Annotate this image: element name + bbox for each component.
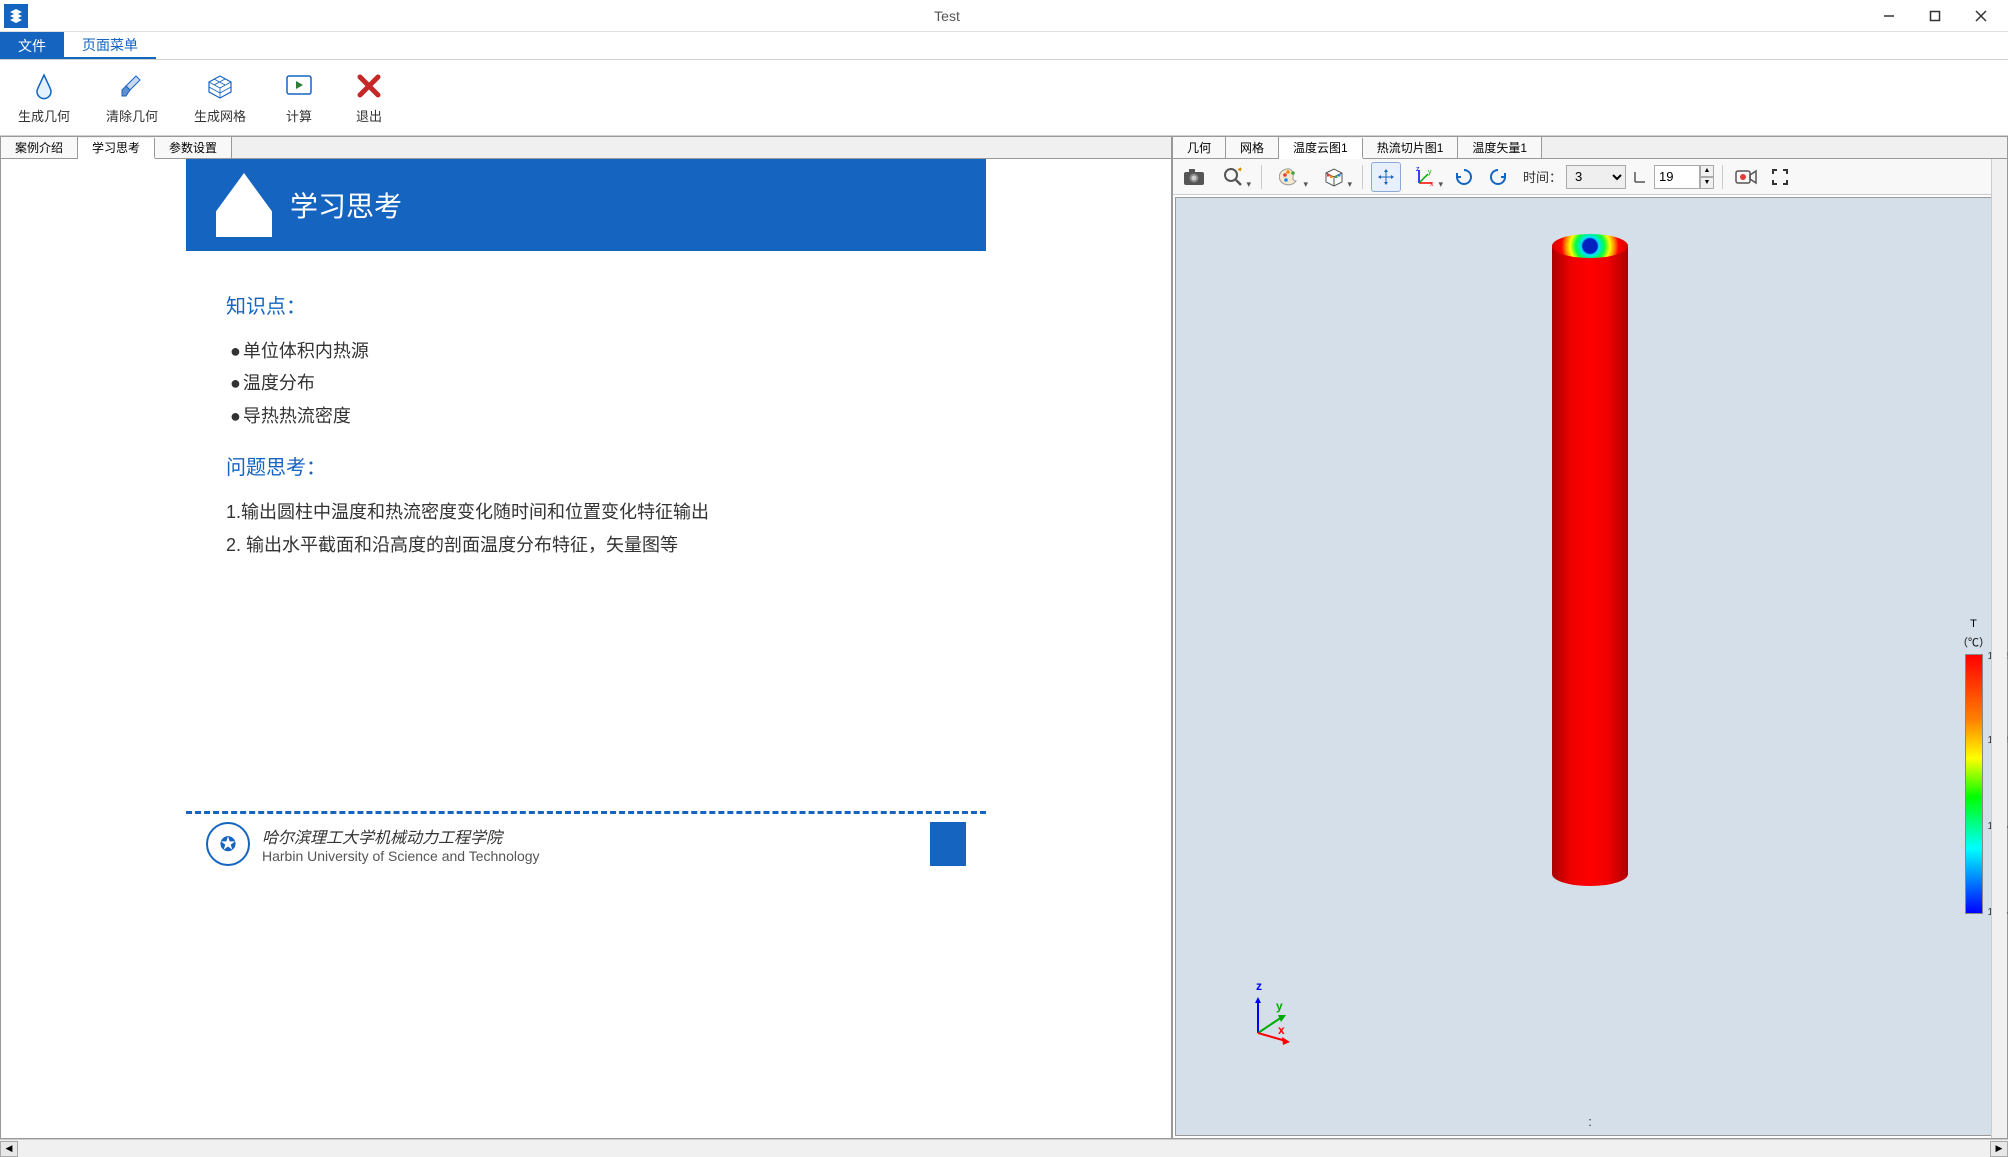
slide-footer: ✪ 哈尔滨理工大学机械动力工程学院 Harbin University of S… xyxy=(186,811,986,874)
question-2: 2. 输出水平截面和沿高度的剖面温度分布特征，矢量图等 xyxy=(226,529,946,561)
menu-page[interactable]: 页面菜单 xyxy=(64,32,156,59)
close-button[interactable] xyxy=(1958,0,2004,32)
titlebar: Test xyxy=(0,0,2008,32)
tab-temp-cloud[interactable]: 温度云图1 xyxy=(1279,138,1363,159)
slide-body: 知识点： 单位体积内热源 温度分布 导热热流密度 问题思考： 1.输出圆柱中温度… xyxy=(186,251,986,811)
content-area: 案例介绍 学习思考 参数设置 学习思考 知识点： 单位体积内热源 温度分布 xyxy=(0,136,2008,1139)
exit-button[interactable]: 退出 xyxy=(344,64,394,131)
menubar: 文件 页面菜单 xyxy=(0,32,2008,60)
minimize-button[interactable] xyxy=(1866,0,1912,32)
rotate-cw-icon[interactable] xyxy=(1449,162,1479,192)
record-icon[interactable] xyxy=(1731,162,1761,192)
cylinder-model xyxy=(1552,234,1628,886)
tab-mesh[interactable]: 网格 xyxy=(1226,137,1279,158)
menu-file[interactable]: 文件 xyxy=(0,32,64,59)
tab-temp-vector[interactable]: 温度矢量1 xyxy=(1458,137,1542,158)
brush-icon xyxy=(116,70,148,102)
left-content: 学习思考 知识点： 单位体积内热源 温度分布 导热热流密度 问题思考： 1.输出… xyxy=(1,159,1171,1138)
pentagon-icon xyxy=(216,173,272,237)
footer-block xyxy=(930,822,966,866)
question-1: 1.输出圆柱中温度和热流密度变化随时间和位置变化特征输出 xyxy=(226,496,946,528)
generate-mesh-button[interactable]: 生成网格 xyxy=(186,64,254,131)
tab-geometry[interactable]: 几何 xyxy=(1173,137,1226,158)
footer-en: Harbin University of Science and Technol… xyxy=(262,848,540,864)
knowledge-list: 单位体积内热源 温度分布 导热热流密度 xyxy=(226,335,946,432)
spin-up-button[interactable]: ▲ xyxy=(1700,165,1714,177)
question-label: 问题思考： xyxy=(226,450,946,486)
drop-icon xyxy=(28,70,60,102)
svg-text:y: y xyxy=(1428,169,1432,176)
knowledge-label: 知识点： xyxy=(226,289,946,325)
viewport-footer: : xyxy=(1588,1114,1592,1129)
axes-icon[interactable]: z xy xyxy=(1405,162,1445,192)
left-panel: 案例介绍 学习思考 参数设置 学习思考 知识点： 单位体积内热源 温度分布 xyxy=(0,136,1172,1139)
ribbon: 生成几何 清除几何 生成网格 计算 退出 xyxy=(0,60,2008,136)
viz-toolbar: z xy 时间： 3 ▲ ▼ xyxy=(1173,159,2007,195)
tab-param-settings[interactable]: 参数设置 xyxy=(155,137,232,158)
time-label: 时间： xyxy=(1523,167,1562,186)
maximize-button[interactable] xyxy=(1912,0,1958,32)
zoom-icon[interactable] xyxy=(1213,162,1253,192)
right-scrollbar[interactable] xyxy=(1991,159,2007,1138)
color-legend: T （℃） 1.005e+01 1.005e+01 1.004e+01 1.00… xyxy=(1957,618,1990,918)
scroll-right-button[interactable]: ▶ xyxy=(1990,1141,2008,1157)
tab-heat-slice[interactable]: 热流切片图1 xyxy=(1363,137,1459,158)
legend-unit: （℃） xyxy=(1957,634,1990,650)
compute-button[interactable]: 计算 xyxy=(274,64,324,131)
fullscreen-icon[interactable] xyxy=(1765,162,1795,192)
camera-icon[interactable] xyxy=(1179,162,1209,192)
footer-text: 哈尔滨理工大学机械动力工程学院 Harbin University of Sci… xyxy=(262,824,540,864)
knowledge-point: 单位体积内热源 xyxy=(230,335,946,367)
viewport-3d[interactable]: z y x T （℃） 1.005e+01 1.005e+01 1.004e+0… xyxy=(1175,197,2005,1136)
move-icon[interactable] xyxy=(1371,162,1401,192)
university-logo-icon: ✪ xyxy=(206,822,250,866)
left-tabbar: 案例介绍 学习思考 参数设置 xyxy=(1,137,1171,159)
svg-text:z: z xyxy=(1416,167,1420,173)
play-icon xyxy=(283,70,315,102)
palette-icon[interactable] xyxy=(1270,162,1310,192)
clear-geometry-button[interactable]: 清除几何 xyxy=(98,64,166,131)
right-panel: 几何 网格 温度云图1 热流切片图1 温度矢量1 xyxy=(1172,136,2008,1139)
spin-down-button[interactable]: ▼ xyxy=(1700,177,1714,189)
frame-spinner[interactable]: ▲ ▼ xyxy=(1654,165,1714,189)
x-icon xyxy=(353,70,385,102)
cube-mesh-icon xyxy=(204,70,236,102)
knowledge-point: 导热热流密度 xyxy=(230,400,946,432)
footer-cn: 哈尔滨理工大学机械动力工程学院 xyxy=(262,824,540,848)
slide-title: 学习思考 xyxy=(290,185,402,225)
right-tabbar: 几何 网格 温度云图1 热流切片图1 温度矢量1 xyxy=(1173,137,2007,159)
axes-triad: z y x xyxy=(1246,995,1296,1045)
axis-y-label: y xyxy=(1276,999,1283,1013)
axis-x-label: x xyxy=(1278,1023,1285,1037)
tab-study-think[interactable]: 学习思考 xyxy=(78,138,155,159)
slide: 学习思考 知识点： 单位体积内热源 温度分布 导热热流密度 问题思考： 1.输出… xyxy=(186,159,986,874)
frame-input[interactable] xyxy=(1654,165,1700,189)
axis-z-label: z xyxy=(1256,979,1262,993)
svg-text:x: x xyxy=(1430,181,1434,187)
bottom-scrollbar[interactable]: ◀ ▶ xyxy=(0,1139,2008,1157)
legend-bar: 1.005e+01 1.005e+01 1.004e+01 1.004e+01 xyxy=(1965,654,1983,914)
rotate-ccw-icon[interactable] xyxy=(1483,162,1513,192)
legend-title: T xyxy=(1957,618,1990,630)
app-icon xyxy=(4,4,28,28)
scroll-left-button[interactable]: ◀ xyxy=(0,1141,18,1157)
knowledge-point: 温度分布 xyxy=(230,367,946,399)
time-select[interactable]: 3 xyxy=(1566,165,1626,189)
tab-case-intro[interactable]: 案例介绍 xyxy=(1,137,78,158)
window-title: Test xyxy=(28,8,1866,24)
angle-icon[interactable] xyxy=(1630,162,1650,192)
rubik-cube-icon[interactable] xyxy=(1314,162,1354,192)
generate-geometry-button[interactable]: 生成几何 xyxy=(10,64,78,131)
slide-header: 学习思考 xyxy=(186,159,986,251)
